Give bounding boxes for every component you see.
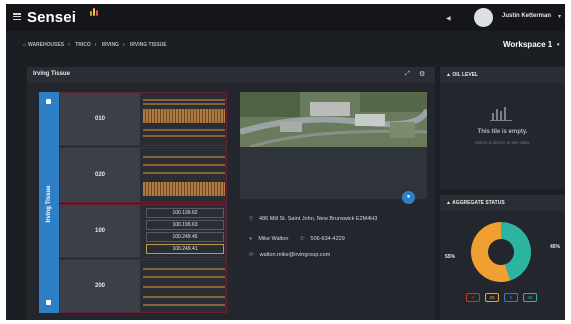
aggregate-status-panel: ▲ AGGREGATE STATUS 55% 45% 0 28 0 33 [440,195,565,320]
app-logo[interactable]: Sensei [27,9,76,26]
row-devices: 100.199.62 100.199.63 100.249.45 100.249… [141,205,227,257]
hamburger-menu-icon[interactable] [13,13,21,21]
breadcrumb-item[interactable]: IRVING TISSUE [130,42,167,48]
address-line: ⚲ 486 Mill St. Saint John, New Brunswick … [249,216,377,222]
panel-title: Irving Tissue [33,71,70,77]
tier-rows: 010 020 100 100.199.62 100.199.63 100.24… [59,92,227,313]
chevron-down-icon[interactable]: ▾ [558,13,561,20]
device-stripe [143,172,225,174]
panel-header: ▲ AGGREGATE STATUS [440,195,565,211]
device-ip[interactable]: 100.199.63 [146,220,224,230]
row-label: 200 [60,260,140,312]
row-devices [141,148,227,202]
device-stripe [143,99,225,101]
location-detail-card [240,147,427,199]
site-map[interactable] [240,92,427,147]
email-line: ✉ walton.mike@irvingroup.com [249,252,330,258]
device-stripe [143,286,225,288]
tier-bottom-handle-icon[interactable] [46,300,51,305]
empty-subtitle: Select a device to see data. [474,140,531,145]
top-bar: Sensei ◀ Justin Ketterman ▾ [6,4,565,31]
status-donut-chart[interactable] [470,221,532,283]
tier-row[interactable]: 010 [59,92,227,146]
tier-top-handle-icon[interactable] [46,99,51,104]
donut-svg [471,222,531,282]
device-stripe [143,129,225,131]
person-icon: ● [249,236,253,242]
bar-chart-icon [490,107,512,121]
device-stripe [143,276,225,278]
phone-icon: ✆ [299,236,305,242]
device-grid[interactable] [143,182,225,196]
oil-level-title: ▲ OIL LEVEL [446,72,479,78]
device-ip[interactable]: 100.249.41 [146,244,224,254]
legend-badge[interactable]: 0 [504,293,518,302]
breadcrumb: WAREHOUSES › TRICO › IRVING › IRVING TISSUE [28,42,171,48]
contact-line: ● Mike Walton ✆ 506-634-4229 [249,236,345,242]
home-icon[interactable]: ⌂ [23,42,26,48]
tier-label: Irving Tissue [41,185,57,227]
irving-tissue-panel: Irving Tissue ⤢ ⚙ Irving Tissue 010 020 … [27,67,435,320]
app-window: Sensei ◀ Justin Ketterman ▾ ⌂ WAREHOUSES… [6,4,565,320]
breadcrumb-separator: › [122,42,125,48]
device-stripe [143,164,225,166]
device-stripe [143,156,225,158]
row-label: 100 [60,205,140,257]
location-pin-icon[interactable]: ● [402,191,415,204]
legend-badge[interactable]: 28 [485,293,499,302]
device-stripe [143,268,225,270]
device-stripe [143,135,225,137]
legend-badge[interactable]: 33 [523,293,537,302]
tier-label-text: Irving Tissue [46,185,52,223]
breadcrumb-bar: ⌂ WAREHOUSES › TRICO › IRVING › IRVING TISS… [6,31,565,58]
slice-label: 45% [550,244,561,250]
aggregate-status-title: ▲ AGGREGATE STATUS [446,200,505,206]
logo-spark-icon [90,8,100,18]
oil-level-panel: ▲ OIL LEVEL This tile is empty. Select a… [440,67,565,189]
collapse-caret-icon[interactable]: ◀ [446,15,451,22]
chevron-down-icon[interactable]: ▾ [557,42,560,48]
email-address[interactable]: walton.mike@irvingroup.com [260,252,331,258]
row-devices [141,93,227,145]
empty-title: This tile is empty. [477,129,528,135]
contact-name: Mike Walton [258,236,289,242]
row-devices [141,260,227,312]
workspace-selector[interactable]: Workspace 1 [503,40,552,49]
breadcrumb-item[interactable]: TRICO [75,42,91,48]
panel-header: Irving Tissue ⤢ ⚙ [27,67,435,83]
satellite-map-image [240,92,427,147]
device-ip[interactable]: 100.199.62 [146,208,224,218]
slice-label: 55% [445,254,456,260]
tier-row[interactable]: 100 100.199.62 100.199.63 100.249.45 100… [59,204,227,258]
gear-icon[interactable]: ⚙ [419,70,425,78]
device-grid[interactable] [143,109,225,123]
breadcrumb-item[interactable]: IRVING [102,42,119,48]
tier-sidebar[interactable]: Irving Tissue [39,92,59,313]
device-ip[interactable]: 100.249.45 [146,232,224,242]
user-name[interactable]: Justin Ketterman [502,13,551,19]
device-stripe [143,103,225,105]
device-stripe [143,304,225,306]
breadcrumb-separator: › [68,42,70,48]
panel-header: ▲ OIL LEVEL [440,67,565,83]
avatar[interactable] [474,8,493,27]
row-label: 020 [60,148,140,202]
legend-badge[interactable]: 0 [466,293,480,302]
mail-icon: ✉ [249,252,254,258]
map-pin-icon: ⚲ [249,216,254,222]
row-label: 010 [60,93,140,145]
breadcrumb-item[interactable]: WAREHOUSES [28,42,64,48]
tier-row[interactable]: 020 [59,147,227,203]
phone-number[interactable]: 506-634-4229 [311,236,345,242]
tier-row[interactable]: 200 [59,259,227,313]
device-stripe [143,296,225,298]
breadcrumb-separator: › [94,42,97,48]
address-text: 486 Mill St. Saint John, New Brunswick E… [259,216,378,222]
expand-icon[interactable]: ⤢ [405,71,410,78]
